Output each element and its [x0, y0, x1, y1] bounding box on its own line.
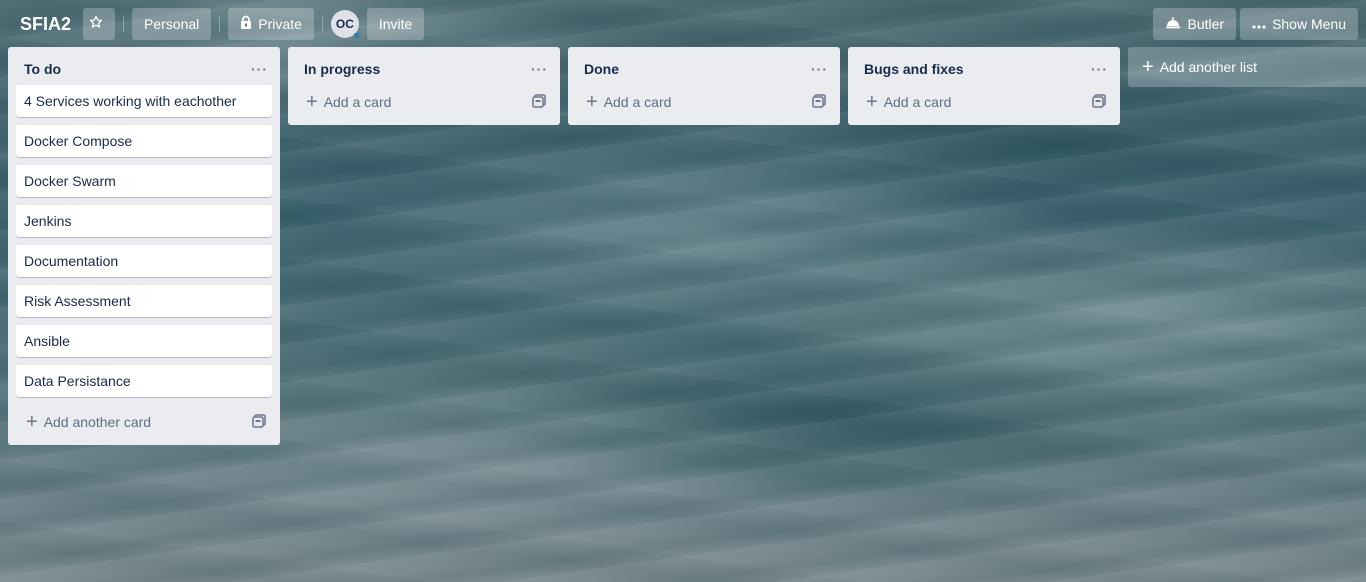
star-button[interactable] — [83, 7, 116, 40]
admin-badge-icon: ≋ — [353, 30, 360, 40]
butler-button[interactable]: Butler — [1153, 7, 1237, 40]
list-bugs-and-fixes: Bugs and fixes ··· + Add a card — [848, 47, 1120, 125]
header-right: Butler Show Menu — [1149, 7, 1358, 40]
card[interactable]: Documentation — [16, 245, 272, 277]
team-button[interactable]: Personal — [132, 7, 212, 40]
list-header: Done ··· — [568, 47, 840, 85]
add-card-label: Add another card — [43, 414, 152, 430]
member-initials: OC — [335, 16, 354, 31]
card[interactable]: 4 Services working with eachother — [16, 85, 272, 117]
star-icon — [89, 15, 109, 32]
butler-label: Butler — [1187, 15, 1225, 32]
add-list-button[interactable]: + Add another list — [1128, 47, 1366, 87]
add-list-label: Add another list — [1159, 59, 1257, 75]
card-template-icon[interactable] — [532, 93, 546, 111]
add-card-composer: + Add a card — [568, 85, 840, 123]
list-header: In progress ··· — [288, 47, 560, 85]
header-divider — [123, 15, 125, 32]
card-template-icon[interactable] — [1092, 93, 1106, 111]
list-in-progress: In progress ··· + Add a card — [288, 47, 560, 125]
card[interactable]: Docker Swarm — [16, 165, 272, 197]
board-title[interactable]: SFIA2 — [8, 8, 83, 40]
card-template-icon[interactable] — [252, 413, 266, 431]
plus-icon: + — [1142, 56, 1154, 78]
visibility-button[interactable]: Private — [228, 7, 314, 40]
board-header: SFIA2 Personal Private OC ≋ Invite Butle… — [0, 0, 1366, 47]
more-dots-icon — [1252, 16, 1272, 32]
plus-icon: + — [306, 91, 318, 113]
list-done: Done ··· + Add a card — [568, 47, 840, 125]
list-to-do: To do ··· 4 Services working with eachot… — [8, 47, 280, 445]
show-menu-label: Show Menu — [1272, 15, 1346, 32]
member-avatar[interactable]: OC ≋ — [330, 9, 360, 40]
add-card-composer: + Add a card — [288, 85, 560, 123]
card-template-icon[interactable] — [812, 93, 826, 111]
list-menu-icon[interactable]: ··· — [247, 62, 272, 76]
list-title[interactable]: Bugs and fixes — [864, 61, 964, 77]
card[interactable]: Jenkins — [16, 205, 272, 237]
lock-icon — [240, 15, 258, 32]
list-menu-icon[interactable]: ··· — [527, 62, 552, 76]
add-card-button[interactable]: + Add a card — [306, 91, 392, 113]
list-title[interactable]: In progress — [304, 61, 380, 77]
list-header: Bugs and fixes ··· — [848, 47, 1120, 85]
add-card-button[interactable]: + Add a card — [866, 91, 952, 113]
list-menu-icon[interactable]: ··· — [1087, 62, 1112, 76]
add-card-label: Add a card — [883, 94, 952, 110]
list-menu-icon[interactable]: ··· — [807, 62, 832, 76]
add-card-button[interactable]: + Add another card — [26, 411, 152, 433]
card[interactable]: Data Persistance — [16, 365, 272, 397]
show-menu-button[interactable]: Show Menu — [1240, 7, 1358, 40]
add-card-label: Add a card — [603, 94, 672, 110]
add-card-label: Add a card — [323, 94, 392, 110]
header-divider — [321, 15, 323, 32]
plus-icon: + — [866, 91, 878, 113]
card-list: 4 Services working with eachother Docker… — [8, 85, 280, 397]
card[interactable]: Risk Assessment — [16, 285, 272, 317]
butler-bell-icon — [1165, 15, 1187, 32]
list-title[interactable]: Done — [584, 61, 619, 77]
list-header: To do ··· — [8, 47, 280, 85]
list-title[interactable]: To do — [24, 61, 61, 77]
visibility-label: Private — [258, 15, 302, 32]
header-divider — [219, 15, 221, 32]
add-card-composer: + Add a card — [848, 85, 1120, 123]
board-lists: To do ··· 4 Services working with eachot… — [8, 47, 1366, 445]
card[interactable]: Ansible — [16, 325, 272, 357]
add-card-composer: + Add another card — [8, 405, 280, 443]
add-card-button[interactable]: + Add a card — [586, 91, 672, 113]
plus-icon: + — [26, 411, 38, 433]
invite-button[interactable]: Invite — [366, 7, 425, 40]
card[interactable]: Docker Compose — [16, 125, 272, 157]
plus-icon: + — [586, 91, 598, 113]
